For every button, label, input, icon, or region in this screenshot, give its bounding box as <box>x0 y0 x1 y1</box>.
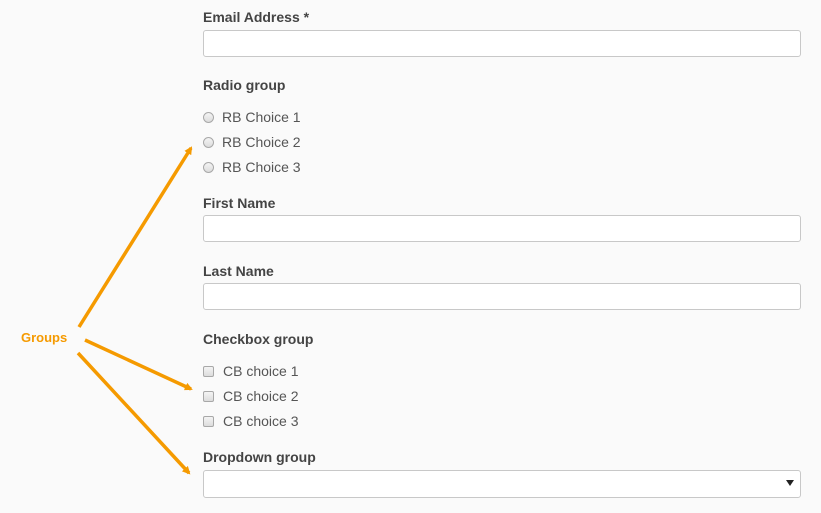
annotation-arrows <box>76 146 193 475</box>
arrow-to-radio-group <box>77 146 193 328</box>
arrow-to-checkbox-group <box>84 338 193 391</box>
arrow-to-dropdown-group <box>76 351 191 475</box>
